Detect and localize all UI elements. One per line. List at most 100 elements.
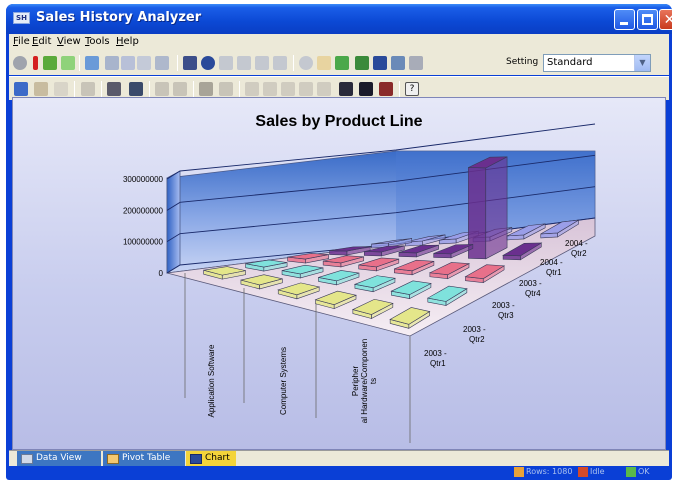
menu-view[interactable]: View — [57, 36, 81, 47]
setting-select[interactable]: Standard ▼ — [543, 54, 651, 72]
maximize-icon — [642, 14, 653, 25]
drill-icon[interactable] — [85, 56, 99, 70]
sort-descending-icon[interactable] — [173, 82, 187, 96]
chart-wizard-icon[interactable] — [14, 82, 28, 96]
brush-icon[interactable] — [219, 82, 233, 96]
category-axis-label: Qtr3 — [498, 311, 514, 320]
window-title: Sales History Analyzer — [36, 10, 202, 25]
find-icon[interactable] — [299, 56, 313, 70]
title-bar[interactable]: SH Sales History Analyzer ✕ — [6, 4, 672, 34]
y-tick-label: 200000000 — [123, 206, 164, 215]
table-icon[interactable] — [107, 82, 121, 96]
status-ok: OK — [625, 466, 650, 478]
menu-file[interactable]: File — [13, 36, 30, 47]
category-axis-label: 2004 - — [565, 239, 588, 248]
sum-icon[interactable] — [255, 56, 269, 70]
category-axis-label: Qtr1 — [546, 268, 562, 277]
tab-label: Chart — [205, 453, 230, 463]
category-axis-label: Qtr4 — [525, 289, 541, 298]
row-icon[interactable] — [317, 82, 331, 96]
info-icon[interactable] — [201, 56, 215, 70]
sheet-tabs: Data View Pivot Table Chart — [9, 450, 669, 467]
refresh-icon[interactable] — [105, 56, 119, 70]
chart-title: Sales by Product Line — [255, 113, 422, 130]
toolbar-separator — [101, 81, 102, 97]
align-left-icon[interactable] — [245, 82, 259, 96]
stop-icon[interactable] — [13, 56, 27, 70]
tools-icon[interactable] — [409, 56, 423, 70]
filter-clear-icon[interactable] — [61, 56, 75, 70]
delete-icon[interactable] — [81, 82, 95, 96]
chart-side-wall — [166, 170, 181, 274]
category-axis-label: Qtr1 — [430, 359, 446, 368]
filter-icon[interactable] — [43, 56, 57, 70]
app-window: SH Sales History Analyzer ✕ File Edit Vi… — [6, 4, 672, 480]
category-axis-label: 2003 - — [424, 349, 447, 358]
help-icon[interactable]: ? — [405, 82, 419, 96]
export-icon[interactable] — [335, 56, 349, 70]
pie-icon[interactable] — [317, 56, 331, 70]
toolbar-separator — [193, 81, 194, 97]
toolbar-separator — [293, 55, 294, 71]
align-center-icon[interactable] — [263, 82, 277, 96]
book-icon[interactable] — [183, 56, 197, 70]
grid-icon[interactable] — [273, 56, 287, 70]
bar-side — [485, 156, 508, 260]
category-axis-label: 2004 - — [540, 258, 563, 267]
toolbar-separator — [149, 81, 150, 97]
alert-icon[interactable] — [33, 56, 38, 70]
rows-icon — [514, 467, 524, 477]
sort-ascending-icon[interactable] — [155, 82, 169, 96]
column-icon[interactable] — [299, 82, 313, 96]
sort-icon[interactable] — [237, 56, 251, 70]
menu-bar: File Edit View Tools Help — [9, 34, 669, 51]
chart-option-icon[interactable] — [54, 82, 68, 96]
series-axis-label: al Hardware/Componen — [360, 339, 369, 424]
tab-label: Pivot Table — [122, 453, 171, 463]
format-icon[interactable] — [199, 82, 213, 96]
chart-tab-icon — [190, 454, 202, 464]
bar-chart-icon[interactable] — [34, 82, 48, 96]
menu-tools[interactable]: Tools — [85, 36, 110, 47]
tab-data-view[interactable]: Data View — [17, 451, 101, 467]
tab-chart[interactable]: Chart — [186, 451, 236, 467]
app-icon: SH — [13, 12, 30, 24]
split-icon[interactable] — [219, 56, 233, 70]
chart-type-icon[interactable] — [355, 56, 369, 70]
chevron-down-icon[interactable]: ▼ — [634, 55, 650, 71]
category-axis-label: 2003 - — [492, 301, 515, 310]
print-preview-icon[interactable] — [339, 82, 353, 96]
menu-edit[interactable]: Edit — [32, 36, 51, 47]
layout-icon[interactable] — [155, 56, 169, 70]
sales-chart: Sales by Product Line 0 100000000 20000000… — [123, 113, 596, 443]
pivot-icon[interactable] — [129, 82, 143, 96]
save-icon[interactable] — [373, 56, 387, 70]
minimize-button[interactable] — [614, 9, 635, 30]
copy-icon[interactable] — [121, 56, 135, 70]
data-view-icon — [21, 454, 33, 464]
idle-icon — [578, 467, 588, 477]
status-bar: Rows: 1080 Idle OK — [9, 466, 669, 478]
y-axis-tick-labels: 0 100000000 200000000 300000000 — [123, 175, 164, 278]
book-red-icon[interactable] — [379, 82, 393, 96]
series-axis-label: Peripher — [351, 366, 360, 397]
minimize-icon — [620, 22, 628, 25]
align-right-icon[interactable] — [281, 82, 295, 96]
category-axis-label: 2003 - — [463, 325, 486, 334]
close-button[interactable]: ✕ — [659, 9, 672, 30]
series-axis-labels: Application Software Computer Systems Peri… — [207, 339, 378, 424]
toolbar-separator — [177, 55, 178, 71]
y-tick-label: 100000000 — [123, 238, 164, 247]
setting-label: Setting — [506, 57, 539, 67]
paste-icon[interactable] — [137, 56, 151, 70]
maximize-button[interactable] — [637, 9, 658, 30]
menu-help[interactable]: Help — [116, 36, 139, 47]
status-idle-text: Idle — [590, 467, 605, 476]
toolbar-separator — [79, 55, 80, 71]
status-rows-text: Rows: 1080 — [526, 467, 573, 476]
category-axis-label: Qtr2 — [469, 335, 485, 344]
page-icon[interactable] — [359, 82, 373, 96]
series-axis-label: Computer Systems — [279, 347, 288, 415]
print-icon[interactable] — [391, 56, 405, 70]
tab-pivot-table[interactable]: Pivot Table — [103, 451, 185, 467]
